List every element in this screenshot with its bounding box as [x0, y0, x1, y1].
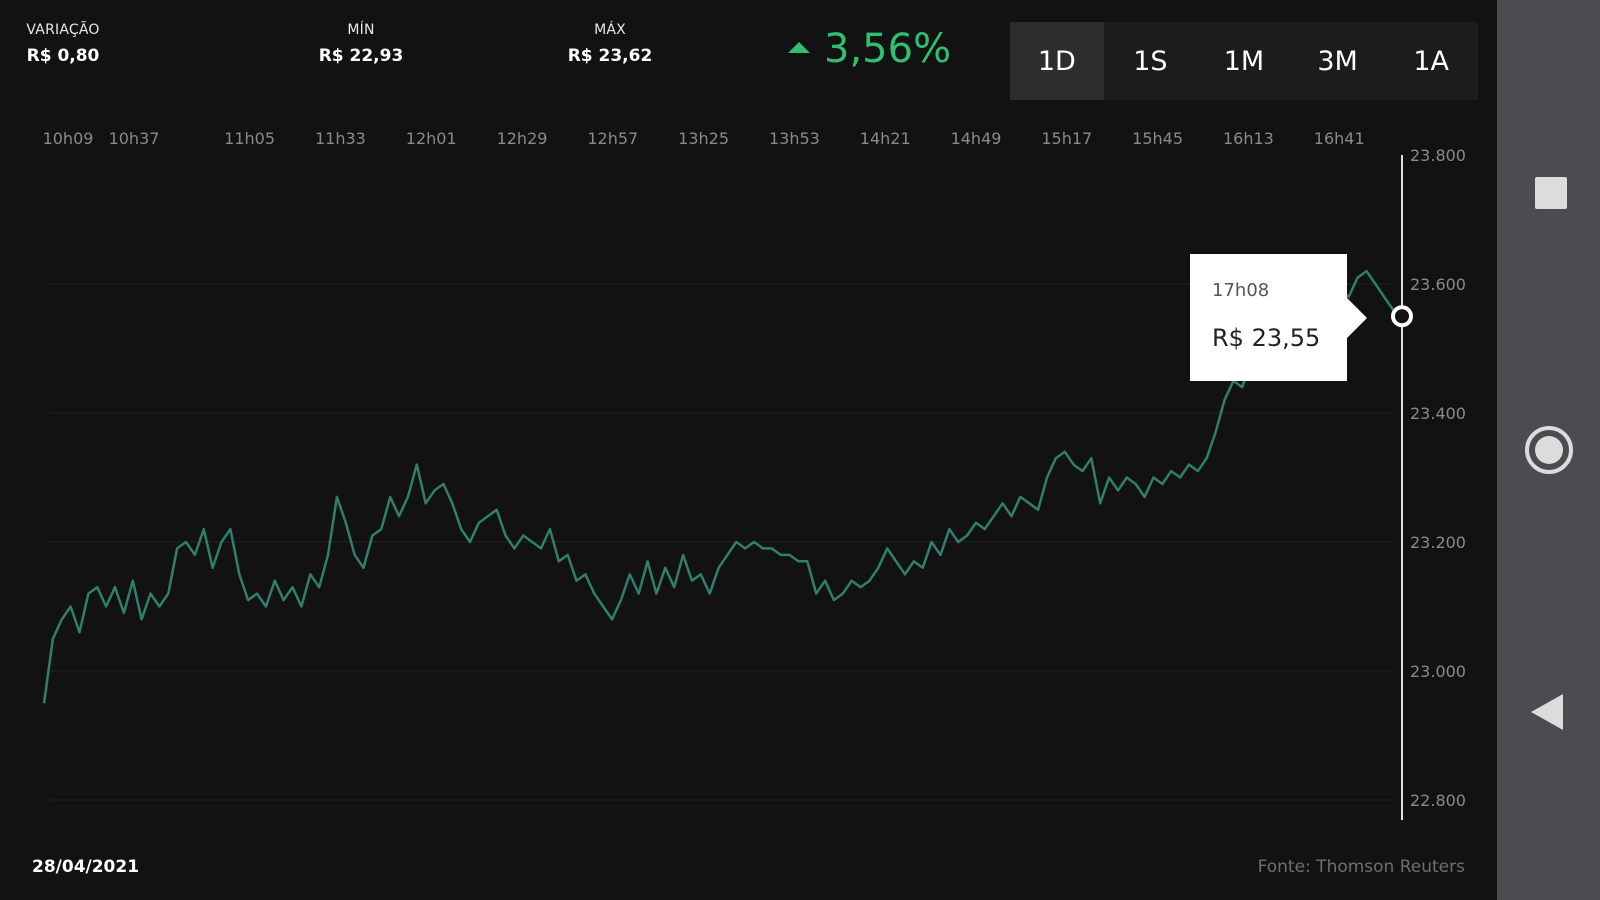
x-tick-label: 16h41: [1314, 129, 1365, 148]
price-chart[interactable]: 23.800 23.600 23.400 23.200 23.000 22.800 10h0…: [0, 0, 1497, 900]
x-tick-label: 15h45: [1132, 129, 1183, 148]
x-tick-label: 11h05: [224, 129, 275, 148]
x-tick-label: 11h33: [315, 129, 366, 148]
y-tick-label: 23.000: [1410, 662, 1466, 681]
x-tick-label: 14h49: [951, 129, 1002, 148]
y-tick-label: 22.800: [1410, 791, 1466, 810]
data-source: Fonte: Thomson Reuters: [1257, 857, 1465, 877]
y-tick-label: 23.800: [1410, 146, 1466, 165]
y-tick-label: 23.400: [1410, 404, 1466, 423]
recent-apps-icon[interactable]: [1535, 177, 1567, 209]
selected-point-marker: [1391, 305, 1413, 328]
x-tick-label: 12h29: [497, 129, 548, 148]
x-tick-label: 14h21: [860, 129, 911, 148]
x-tick-label: 16h13: [1223, 129, 1274, 148]
x-tick-label: 13h25: [678, 129, 729, 148]
home-icon[interactable]: [1525, 426, 1573, 474]
x-tick-label: 15h17: [1041, 129, 1092, 148]
y-tick-label: 23.200: [1410, 533, 1466, 552]
y-tick-label: 23.600: [1410, 275, 1466, 294]
stock-chart-app: VARIAÇÃO R$ 0,80 MÍN R$ 22,93 MÁX R$ 23,…: [0, 0, 1497, 900]
x-tick-label: 10h09: [43, 129, 94, 148]
x-tick-label: 10h37: [109, 129, 160, 148]
price-tooltip: 17h08 R$ 23,55: [1190, 254, 1367, 381]
x-tick-label: 13h53: [769, 129, 820, 148]
phone-screen: VARIAÇÃO R$ 0,80 MÍN R$ 22,93 MÁX R$ 23,…: [0, 0, 1600, 900]
back-icon[interactable]: [1531, 694, 1563, 730]
x-tick-label: 12h57: [587, 129, 638, 148]
tooltip-time: 17h08: [1212, 280, 1270, 301]
tooltip-price: R$ 23,55: [1212, 324, 1321, 352]
x-tick-label: 12h01: [406, 129, 457, 148]
home-icon-inner: [1535, 436, 1563, 464]
chart-date: 28/04/2021: [32, 857, 140, 877]
